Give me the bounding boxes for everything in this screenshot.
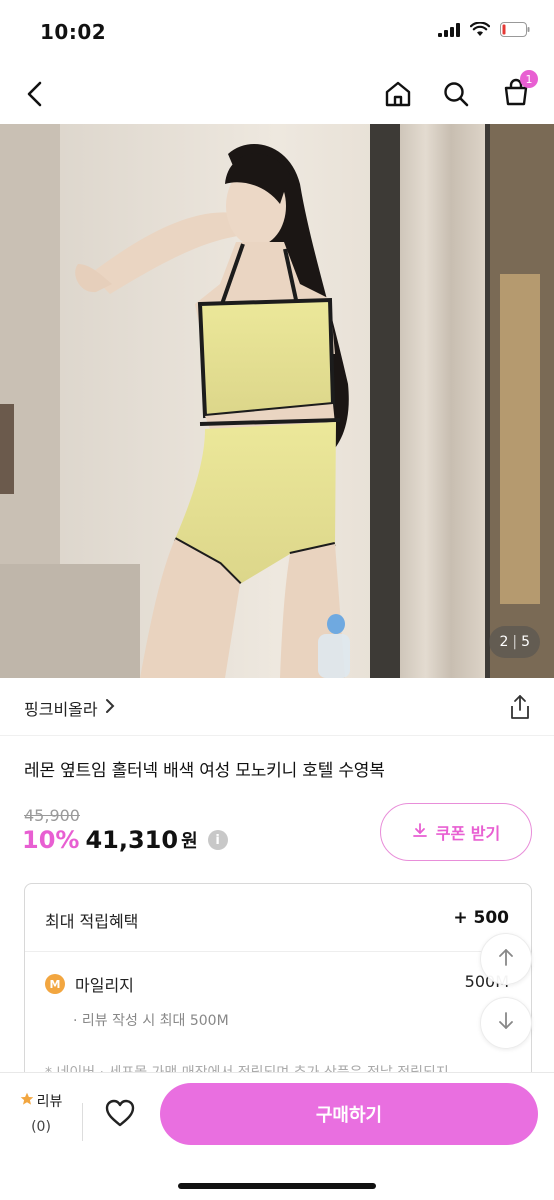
product-title: 레몬 옆트임 홀터넥 배색 여성 모노키니 호텔 수영복 — [24, 761, 385, 781]
scroll-down-button[interactable] — [480, 997, 532, 1049]
benefit-header: 최대 적립혜택 + 500 — [25, 884, 531, 952]
pager-separator: | — [512, 634, 518, 650]
mileage-note: · 리뷰 작성 시 최대 500M — [73, 1013, 229, 1029]
home-icon[interactable] — [380, 76, 416, 112]
mileage-note-text: 리뷰 작성 시 최대 500M — [81, 1013, 229, 1029]
shop-name: 핑크비올라 — [24, 700, 98, 719]
coupon-label: 쿠폰 받기 — [435, 824, 501, 843]
currency-label: 원 — [181, 831, 198, 852]
search-icon[interactable] — [438, 76, 474, 112]
signal-icon — [438, 22, 460, 41]
sale-price: 41,310 — [85, 826, 179, 854]
buy-button[interactable]: 구매하기 — [160, 1083, 538, 1145]
coupon-button[interactable]: 쿠폰 받기 — [380, 803, 532, 861]
review-count: (0) — [31, 1119, 51, 1135]
bottom-action-bar: 리뷰 (0) 구매하기 — [0, 1072, 554, 1200]
arrow-down-icon — [497, 1011, 515, 1035]
cart-count-badge: 1 — [520, 70, 538, 88]
original-price: 45,900 — [24, 806, 80, 825]
share-icon[interactable] — [508, 694, 532, 724]
benefit-label: 최대 적립혜택 — [45, 912, 139, 931]
shop-row: 핑크비올라 — [0, 678, 554, 736]
product-image[interactable]: 2 | 5 — [0, 124, 554, 678]
back-icon[interactable] — [18, 76, 54, 112]
status-time: 10:02 — [40, 20, 107, 44]
status-bar: 10:02 — [0, 0, 554, 66]
download-icon — [412, 822, 428, 842]
scroll-up-button[interactable] — [480, 933, 532, 985]
benefit-value: + 500 — [453, 908, 509, 928]
product-photo-illustration — [0, 124, 554, 678]
review-header: 리뷰 — [16, 1091, 66, 1111]
bottom-divider — [82, 1103, 83, 1141]
discount-rate: 10% — [22, 826, 80, 854]
mileage-coin-icon: M — [45, 974, 65, 994]
gallery-pager: 2 | 5 — [489, 626, 540, 658]
mileage-label: 마일리지 — [75, 976, 134, 995]
pager-current: 2 — [499, 634, 509, 650]
status-icons — [438, 21, 530, 41]
price-row: 10% 41,310 원 i — [22, 826, 228, 854]
shop-link[interactable]: 핑크비올라 — [24, 696, 116, 720]
heart-icon — [104, 1098, 136, 1132]
review-label: 리뷰 — [36, 1094, 63, 1110]
price-info-icon[interactable]: i — [207, 830, 228, 850]
cart-button[interactable]: 1 — [498, 70, 538, 112]
home-indicator — [178, 1183, 376, 1189]
wishlist-button[interactable] — [100, 1095, 140, 1135]
chevron-right-icon — [104, 698, 116, 718]
battery-icon — [500, 22, 530, 41]
review-summary[interactable]: 리뷰 (0) — [16, 1091, 66, 1135]
wifi-icon — [469, 21, 491, 41]
mileage-row: M 마일리지 — [45, 972, 134, 996]
arrow-up-icon — [497, 947, 515, 971]
star-icon — [20, 1092, 34, 1110]
pager-total: 5 — [521, 634, 530, 650]
top-nav: 1 — [0, 66, 554, 124]
